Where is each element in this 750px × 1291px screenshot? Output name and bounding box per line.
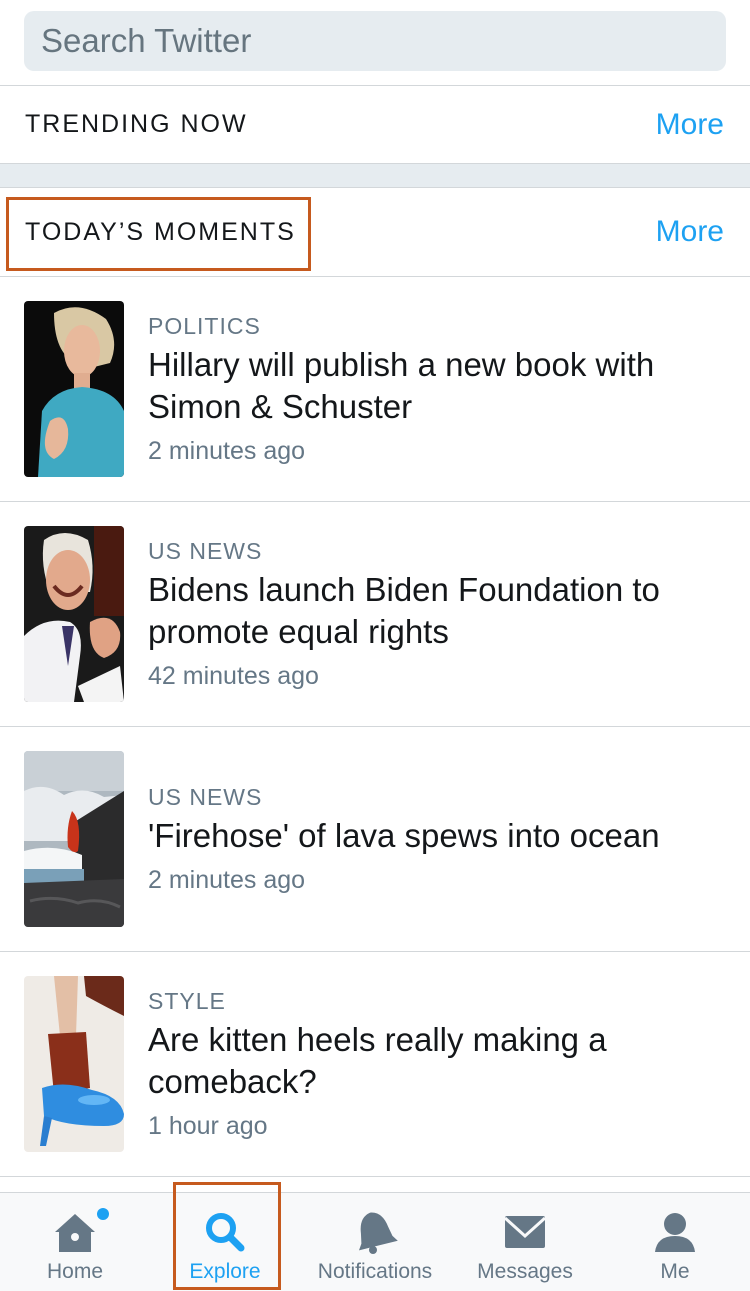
highlight-box <box>173 1182 281 1290</box>
tab-label: Messages <box>477 1260 573 1283</box>
person-icon <box>651 1210 699 1254</box>
moment-item[interactable]: POLITICS Hillary will publish a new book… <box>0 277 750 502</box>
home-icon <box>51 1210 99 1254</box>
moment-title: Are kitten heels really making a comebac… <box>148 1021 607 1100</box>
highlight-box <box>6 197 311 271</box>
tab-label: Notifications <box>317 1260 433 1283</box>
moment-thumbnail <box>24 526 124 702</box>
tab-notifications[interactable]: Notifications <box>300 1193 450 1291</box>
moment-category: US NEWS <box>148 784 263 810</box>
moment-category: STYLE <box>148 988 226 1014</box>
tab-me[interactable]: Me <box>600 1193 750 1291</box>
moment-thumbnail <box>24 976 124 1152</box>
section-gap <box>0 163 750 187</box>
moment-thumbnail <box>24 301 124 477</box>
moment-item[interactable]: STYLE Are kitten heels really making a c… <box>0 952 750 1177</box>
moment-title: Bidens launch Biden Foundation to promot… <box>148 571 660 650</box>
moment-category: POLITICS <box>148 313 261 339</box>
divider <box>0 1176 750 1177</box>
search-input[interactable] <box>24 11 726 71</box>
notification-dot <box>97 1208 109 1220</box>
moment-thumbnail <box>24 751 124 927</box>
moment-timestamp: 1 hour ago <box>148 1112 268 1140</box>
bell-icon <box>351 1210 399 1254</box>
search-box[interactable] <box>24 11 726 71</box>
tab-messages[interactable]: Messages <box>450 1193 600 1291</box>
moment-category: US NEWS <box>148 538 263 564</box>
search-bar <box>0 0 750 85</box>
divider <box>0 163 750 164</box>
moments-more-link[interactable]: More <box>656 188 724 276</box>
moment-title: 'Firehose' of lava spews into ocean <box>148 817 660 854</box>
envelope-icon <box>501 1210 549 1254</box>
tab-label: Home <box>46 1260 104 1283</box>
moment-item[interactable]: US NEWS 'Firehose' of lava spews into oc… <box>0 727 750 952</box>
moment-title: Hillary will publish a new book with Sim… <box>148 346 655 425</box>
tab-label: Me <box>660 1260 690 1283</box>
trending-now-header: TRENDING NOW More <box>0 86 750 163</box>
trending-more-link[interactable]: More <box>656 86 724 163</box>
tab-bar: Home Explore Notifications Messages Me <box>0 1192 750 1291</box>
moment-item[interactable]: US NEWS Bidens launch Biden Foundation t… <box>0 502 750 727</box>
moment-timestamp: 2 minutes ago <box>148 437 306 465</box>
tab-home[interactable]: Home <box>0 1193 150 1291</box>
moment-timestamp: 2 minutes ago <box>148 866 306 894</box>
trending-now-title: TRENDING NOW <box>25 110 248 138</box>
moment-timestamp: 42 minutes ago <box>148 662 319 690</box>
